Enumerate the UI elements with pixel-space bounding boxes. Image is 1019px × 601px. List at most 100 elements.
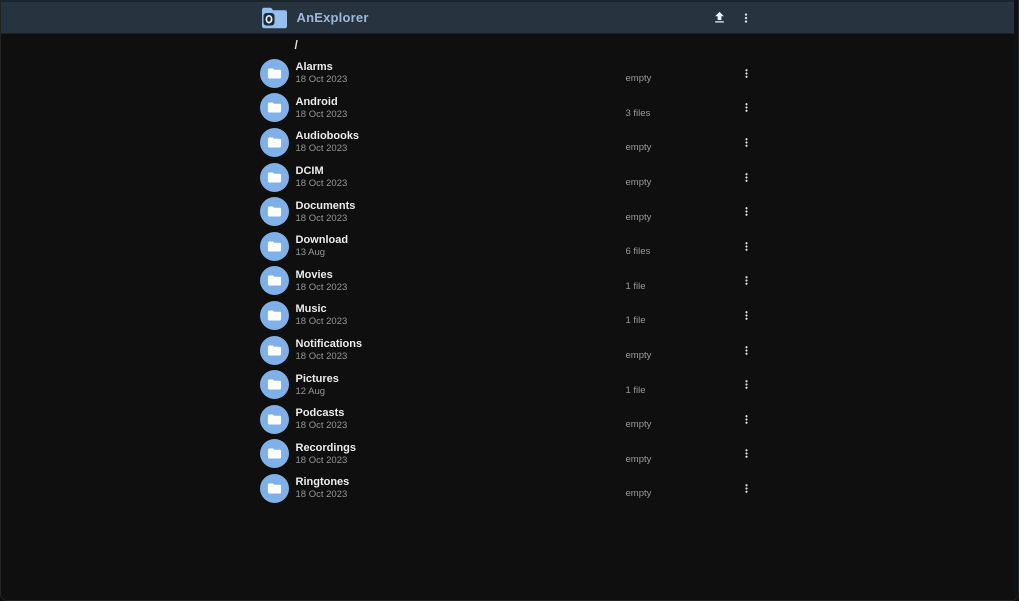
folder-name: Android: [296, 95, 626, 109]
folder-date: 18 Oct 2023: [296, 213, 626, 225]
row-overflow-menu-button[interactable]: [738, 439, 756, 469]
app-title: AnExplorer: [297, 10, 369, 25]
folder-row[interactable]: Documents 18 Oct 2023 empty: [260, 194, 760, 229]
row-overflow-menu-button[interactable]: [738, 127, 756, 157]
folder-name: Notifications: [296, 337, 626, 351]
more-vert-icon: [740, 240, 753, 253]
row-overflow-menu-button[interactable]: [738, 404, 756, 434]
more-vert-icon: [740, 67, 753, 80]
folder-name: DCIM: [296, 164, 626, 178]
overflow-menu-button[interactable]: [734, 5, 758, 31]
folder-name: Download: [296, 233, 626, 247]
more-vert-icon: [740, 378, 753, 391]
folder-date: 18 Oct 2023: [296, 489, 626, 501]
upload-icon: [712, 10, 727, 25]
folder-meta: Ringtones 18 Oct 2023: [296, 475, 626, 501]
folder-meta: Movies 18 Oct 2023: [296, 268, 626, 294]
folder-row[interactable]: DCIM 18 Oct 2023 empty: [260, 160, 760, 195]
folder-meta: Documents 18 Oct 2023: [296, 199, 626, 225]
folder-icon: [260, 232, 289, 261]
folder-summary: empty: [626, 443, 738, 465]
folder-summary: empty: [626, 131, 738, 153]
folder-row[interactable]: Audiobooks 18 Oct 2023 empty: [260, 125, 760, 160]
folder-summary: empty: [626, 339, 738, 361]
folder-date: 18 Oct 2023: [296, 109, 626, 121]
folder-date: 18 Oct 2023: [296, 282, 626, 294]
folder-date: 12 Aug: [296, 386, 626, 398]
folder-icon: [260, 266, 289, 295]
folder-meta: Pictures 12 Aug: [296, 372, 626, 398]
folder-meta: Download 13 Aug: [296, 233, 626, 259]
breadcrumb[interactable]: /: [260, 34, 760, 56]
folder-date: 18 Oct 2023: [296, 316, 626, 328]
folder-name: Audiobooks: [296, 129, 626, 143]
folder-date: 18 Oct 2023: [296, 143, 626, 155]
folder-summary: empty: [626, 201, 738, 223]
folder-summary: 1 file: [626, 270, 738, 292]
folder-icon: [260, 439, 289, 468]
folder-row[interactable]: Ringtones 18 Oct 2023 empty: [260, 471, 760, 506]
folder-summary: empty: [626, 62, 738, 84]
folder-row[interactable]: Music 18 Oct 2023 1 file: [260, 298, 760, 333]
row-overflow-menu-button[interactable]: [738, 300, 756, 330]
folder-row[interactable]: Alarms 18 Oct 2023 empty: [260, 56, 760, 91]
folder-name: Documents: [296, 199, 626, 213]
folder-icon: [260, 336, 289, 365]
folder-summary: 1 file: [626, 304, 738, 326]
folder-row[interactable]: Recordings 18 Oct 2023 empty: [260, 437, 760, 472]
folder-row[interactable]: Movies 18 Oct 2023 1 file: [260, 264, 760, 299]
folder-summary: empty: [626, 166, 738, 188]
folder-row[interactable]: Android 18 Oct 2023 3 files: [260, 91, 760, 126]
row-overflow-menu-button[interactable]: [738, 370, 756, 400]
folder-row[interactable]: Download 13 Aug 6 files: [260, 229, 760, 264]
folder-summary: 1 file: [626, 374, 738, 396]
row-overflow-menu-button[interactable]: [738, 162, 756, 192]
folder-icon: [260, 59, 289, 88]
folder-name: Pictures: [296, 372, 626, 386]
folder-row[interactable]: Pictures 12 Aug 1 file: [260, 367, 760, 402]
row-overflow-menu-button[interactable]: [738, 266, 756, 296]
more-vert-icon: [739, 11, 753, 25]
folder-meta: Podcasts 18 Oct 2023: [296, 406, 626, 432]
folder-meta: Alarms 18 Oct 2023: [296, 60, 626, 86]
folder-summary: 6 files: [626, 235, 738, 257]
folder-date: 18 Oct 2023: [296, 74, 626, 86]
folder-summary: empty: [626, 408, 738, 430]
folder-icon: [260, 370, 289, 399]
folder-icon: [260, 93, 289, 122]
row-overflow-menu-button[interactable]: [738, 58, 756, 88]
row-overflow-menu-button[interactable]: [738, 197, 756, 227]
folder-meta: Notifications 18 Oct 2023: [296, 337, 626, 363]
more-vert-icon: [740, 101, 753, 114]
more-vert-icon: [740, 171, 753, 184]
folder-date: 18 Oct 2023: [296, 420, 626, 432]
folder-date: 18 Oct 2023: [296, 178, 626, 190]
folder-icon: [260, 474, 289, 503]
folder-meta: DCIM 18 Oct 2023: [296, 164, 626, 190]
folder-name: Movies: [296, 268, 626, 282]
row-overflow-menu-button[interactable]: [738, 231, 756, 261]
anexplorer-window: AnExplorer / Alarms 18: [0, 0, 1019, 601]
folder-icon: [260, 128, 289, 157]
more-vert-icon: [740, 274, 753, 287]
folder-meta: Android 18 Oct 2023: [296, 95, 626, 121]
folder-name: Music: [296, 302, 626, 316]
folder-name: Podcasts: [296, 406, 626, 420]
row-overflow-menu-button[interactable]: [738, 473, 756, 503]
folder-summary: 3 files: [626, 97, 738, 119]
folder-name: Ringtones: [296, 475, 626, 489]
upload-button[interactable]: [708, 5, 732, 31]
folder-icon: [260, 163, 289, 192]
folder-date: 18 Oct 2023: [296, 455, 626, 467]
app-bar-actions: [708, 5, 760, 31]
more-vert-icon: [740, 447, 753, 460]
folder-row[interactable]: Podcasts 18 Oct 2023 empty: [260, 402, 760, 437]
folder-meta: Music 18 Oct 2023: [296, 302, 626, 328]
folder-name: Alarms: [296, 60, 626, 74]
more-vert-icon: [740, 205, 753, 218]
folder-row[interactable]: Notifications 18 Oct 2023 empty: [260, 333, 760, 368]
row-overflow-menu-button[interactable]: [738, 335, 756, 365]
window-right-edge: [1014, 0, 1018, 600]
file-list: Alarms 18 Oct 2023 empty Android 18 Oct …: [260, 56, 760, 506]
row-overflow-menu-button[interactable]: [738, 93, 756, 123]
